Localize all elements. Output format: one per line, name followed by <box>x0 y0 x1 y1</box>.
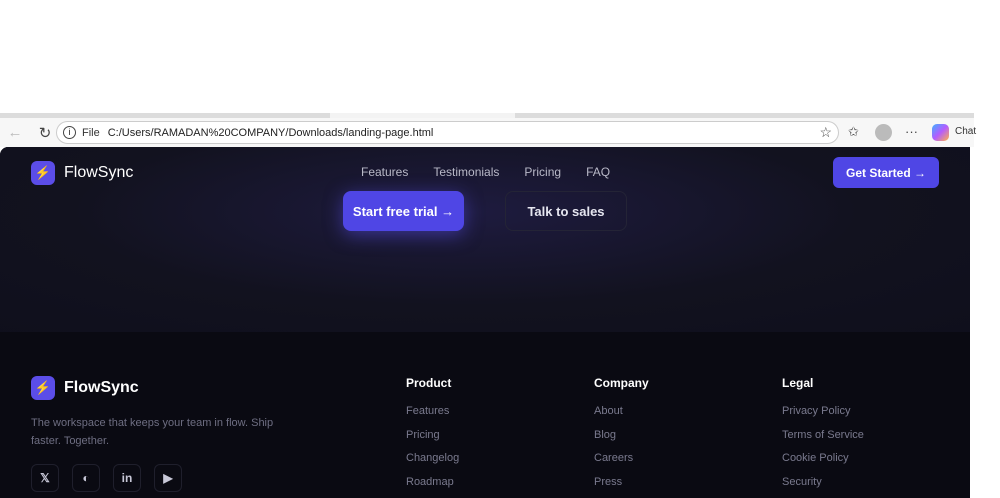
nav-pricing[interactable]: Pricing <box>524 165 561 179</box>
linkedin-icon[interactable]: in <box>113 464 141 492</box>
bolt-icon: ⚡ <box>31 376 55 400</box>
info-icon[interactable]: i <box>63 126 76 139</box>
browser-toolbar: ← ↻ i File C:/Users/RAMADAN%20COMPANY/Do… <box>0 118 976 147</box>
nav-features[interactable]: Features <box>361 165 408 179</box>
footer-link[interactable]: Press <box>594 476 649 490</box>
start-free-trial-button[interactable]: Start free trial → <box>343 191 464 231</box>
nav-testimonials[interactable]: Testimonials <box>433 165 499 179</box>
header-logo[interactable]: ⚡ FlowSync <box>31 161 133 185</box>
file-label: File <box>82 126 100 139</box>
favorite-star-icon[interactable]: ☆ <box>819 124 832 141</box>
footer-link[interactable]: Changelog <box>406 452 459 466</box>
youtube-icon[interactable]: ▶ <box>154 464 182 492</box>
bolt-icon: ⚡ <box>31 161 55 185</box>
talk-to-sales-button[interactable]: Talk to sales <box>505 191 627 231</box>
page: ⚡ FlowSync Features Testimonials Pricing… <box>0 147 970 498</box>
social-links: 𝕏 ◐ in ▶ <box>31 464 182 492</box>
brand-name: FlowSync <box>64 164 134 181</box>
hero: ⚡ FlowSync Features Testimonials Pricing… <box>0 147 970 332</box>
copilot-icon[interactable] <box>932 124 949 141</box>
refresh-icon[interactable]: ↻ <box>35 124 55 142</box>
back-icon[interactable]: ← <box>5 124 25 141</box>
footer-link[interactable]: Careers <box>594 452 649 466</box>
more-icon[interactable]: ··· <box>905 124 918 139</box>
footer: ⚡ FlowSync The workspace that keeps your… <box>0 332 970 498</box>
github-icon[interactable]: ◐ <box>72 464 100 492</box>
footer-link[interactable]: Cookie Policy <box>782 452 864 466</box>
profile-avatar[interactable] <box>875 124 892 141</box>
footer-logo[interactable]: ⚡ FlowSync <box>31 376 139 400</box>
footer-link[interactable]: Roadmap <box>406 476 459 490</box>
main-nav: Features Testimonials Pricing FAQ <box>361 165 610 179</box>
footer-link[interactable]: Blog <box>594 429 649 443</box>
footer-link[interactable]: Terms of Service <box>782 429 864 443</box>
favorites-icon[interactable]: ✩ <box>848 124 859 140</box>
footer-column-legal: Legal Privacy Policy Terms of Service Co… <box>782 376 864 498</box>
footer-link[interactable]: Privacy Policy <box>782 405 864 419</box>
footer-link[interactable]: Security <box>782 476 864 490</box>
url-text[interactable]: C:/Users/RAMADAN%20COMPANY/Downloads/lan… <box>108 127 434 139</box>
footer-column-product: Product Features Pricing Changelog Roadm… <box>406 376 459 498</box>
column-title: Legal <box>782 376 814 390</box>
footer-tagline: The workspace that keeps your team in fl… <box>31 417 274 447</box>
footer-brand-name: FlowSync <box>64 379 139 396</box>
column-title: Company <box>594 376 649 390</box>
footer-link[interactable]: Pricing <box>406 429 459 443</box>
get-started-button[interactable]: Get Started → <box>833 157 939 188</box>
footer-column-company: Company About Blog Careers Press <box>594 376 649 498</box>
nav-faq[interactable]: FAQ <box>586 165 610 179</box>
footer-link[interactable]: Features <box>406 405 459 419</box>
footer-link[interactable]: About <box>594 405 649 419</box>
chat-label[interactable]: Chat <box>955 126 976 137</box>
column-title: Product <box>406 376 452 390</box>
x-icon[interactable]: 𝕏 <box>31 464 59 492</box>
address-bar[interactable]: i File C:/Users/RAMADAN%20COMPANY/Downlo… <box>56 121 839 144</box>
